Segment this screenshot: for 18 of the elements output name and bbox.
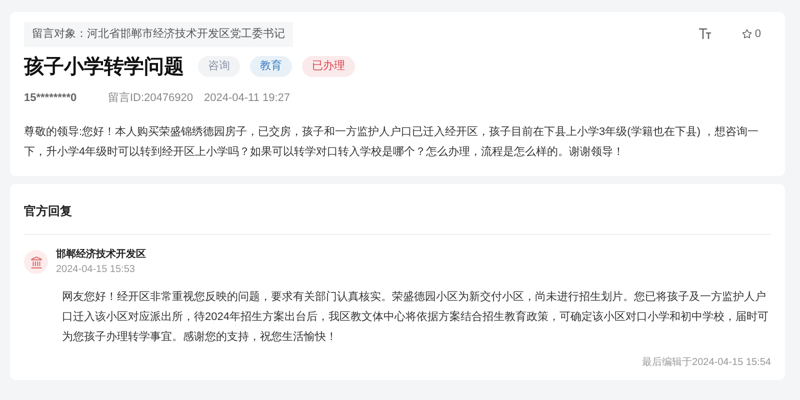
star-icon — [742, 29, 752, 40]
message-target: 留言对象：河北省邯郸市经济技术开发区党工委书记 — [24, 22, 293, 46]
tag: 教育 — [250, 56, 292, 77]
message-id: 留言ID:20476920 — [108, 90, 193, 106]
question-title: 孩子小学转学问题 — [24, 54, 184, 80]
building-icon — [30, 256, 42, 268]
text-size-icon[interactable] — [698, 28, 712, 40]
post-time: 2024-04-11 19:27 — [204, 90, 290, 106]
author-name: 15********0 — [24, 90, 78, 106]
reply-text: 网友您好！经开区非常重视您反映的问题，要求有关部门认真核实。荣盛德园小区为新交付小区，尚未进行招生划片。您已将孩子及一方监护人户口迁入该小区对应派出所，待2024年招生方案出台后，我区教文体中心将依据方案结合招生教育政策，可确定该小区对口小学和初中学校，届时可为您孩子办理转学事宜。感谢您的支持，祝您生活愉快！ — [61, 290, 770, 345]
tag: 咨询 — [198, 56, 240, 77]
favorite-button[interactable]: 0 — [742, 26, 761, 42]
tag: 已办理 — [302, 56, 355, 77]
reply-time: 2024-04-15 15:53 — [56, 263, 136, 277]
edited-time: 最后编辑于2024-04-15 15:54 — [642, 356, 771, 370]
org-name: 邯郸经济技术开发区 — [56, 247, 146, 262]
reply-heading: 官方回复 — [24, 203, 73, 220]
question-text: 尊敬的领导:您好！本人购买荣盛锦绣德园房子，已交房，孩子和一方监护人户口已迁入经开区，孩子目前在下县上小学3年级(学籍也在下县) ，想咨询一下，升小学4年级时可以转到经开区上小学吗？如果可以转学对口转入学校是哪个？怎么办理，流程是怎么样的。谢谢领导！ — [24, 124, 760, 160]
